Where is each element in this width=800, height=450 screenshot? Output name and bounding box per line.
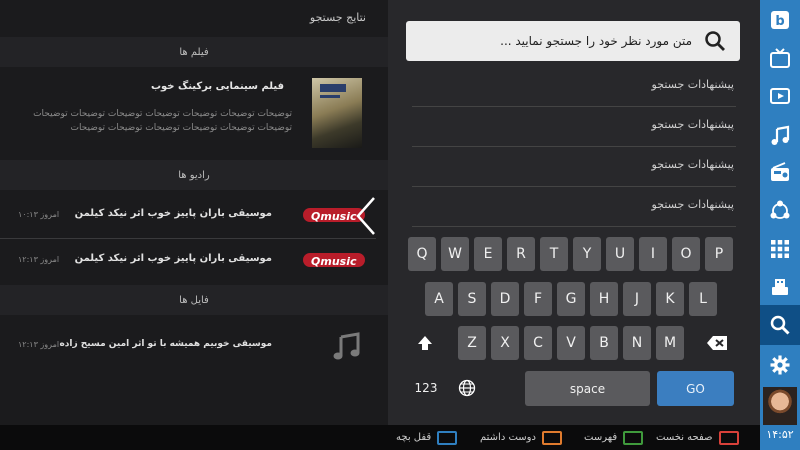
svg-text:Qmusic: Qmusic — [311, 255, 357, 268]
films-section-header: فیلم ها — [0, 37, 388, 67]
key[interactable]: Q — [408, 237, 436, 271]
radio-time: امروز ۱۰:۱۳ — [18, 210, 60, 219]
go-key[interactable]: GO — [657, 371, 734, 406]
legend-label: صفحه نخست — [656, 432, 713, 443]
search-nav-icon[interactable] — [760, 305, 800, 345]
numbers-key[interactable]: 123 — [408, 371, 444, 405]
film-title: فیلم سینمایی برکینگ خوب — [150, 81, 284, 92]
bottom-legend-bar: صفحه نخست فهرست دوست داشتم قفل بچه — [0, 425, 760, 450]
svg-text:Qmusic: Qmusic — [311, 210, 357, 223]
green-key-icon — [623, 430, 644, 445]
key[interactable]: L — [689, 282, 717, 316]
search-input[interactable]: متن مورد نظر خود را جستجو نمایید ... — [406, 21, 740, 61]
search-suggestion[interactable]: پیشنهادات جستجو — [412, 186, 736, 227]
key[interactable]: S — [458, 282, 486, 316]
space-key[interactable]: space — [525, 371, 650, 406]
bookmark-logo-icon[interactable]: b — [760, 0, 800, 40]
backspace-icon — [707, 336, 727, 350]
key[interactable]: D — [491, 282, 519, 316]
key[interactable]: N — [623, 326, 651, 360]
radio-title: موسیقی باران پاییز خوب اثر نیکد کیلمن — [74, 253, 272, 264]
legend-home: صفحه نخست — [656, 430, 739, 445]
language-key[interactable] — [454, 371, 480, 405]
results-title: نتایج جستجو — [309, 11, 366, 24]
legend-label: فهرست — [584, 432, 618, 443]
radio-title: موسیقی باران پاییز خوب اثر نیکد کیلمن — [74, 208, 272, 219]
user-avatar[interactable] — [763, 387, 797, 425]
key[interactable]: J — [623, 282, 651, 316]
key[interactable]: B — [590, 326, 618, 360]
settings-icon[interactable] — [760, 345, 800, 385]
search-results-panel: نتایج جستجو فیلم ها فیلم سینمایی برکینگ … — [0, 0, 388, 425]
film-description: توضیحات توضیحات توضیحات توضیحات توضیحات … — [33, 109, 292, 133]
key[interactable]: W — [441, 237, 469, 271]
key[interactable]: C — [524, 326, 552, 360]
search-icon — [705, 31, 725, 51]
file-time: امروز ۱۲:۱۳ — [18, 340, 60, 349]
key[interactable]: F — [524, 282, 552, 316]
music-note-icon — [333, 332, 360, 360]
key[interactable]: T — [540, 237, 568, 271]
search-panel: متن مورد نظر خود را جستجو نمایید ... پیش… — [388, 0, 760, 425]
svg-text:b: b — [775, 14, 784, 29]
key[interactable]: X — [491, 326, 519, 360]
files-section-header: فایل ها — [0, 285, 388, 315]
key[interactable]: R — [507, 237, 535, 271]
tv-icon[interactable] — [760, 38, 800, 78]
search-suggestion[interactable]: پیشنهادات جستجو — [412, 66, 736, 107]
key[interactable]: K — [656, 282, 684, 316]
apps-grid-icon[interactable] — [760, 229, 800, 269]
clock: ۱۴:۵۲ — [766, 428, 794, 441]
key[interactable]: I — [639, 237, 667, 271]
legend-label: قفل بچه — [396, 432, 432, 443]
blue-key-icon — [437, 430, 458, 445]
backspace-key[interactable] — [700, 326, 734, 360]
share-icon[interactable] — [760, 190, 800, 230]
key[interactable]: H — [590, 282, 618, 316]
orange-key-icon — [541, 430, 562, 445]
film-poster — [312, 78, 362, 148]
radios-section-header: رادیو ها — [0, 160, 388, 190]
key[interactable]: O — [672, 237, 700, 271]
key[interactable]: U — [606, 237, 634, 271]
key[interactable]: Y — [573, 237, 601, 271]
radio-icon[interactable] — [760, 152, 800, 192]
radio-time: امروز ۱۲:۱۳ — [18, 255, 60, 264]
legend-child-lock: قفل بچه — [396, 430, 458, 445]
legend-list: فهرست — [584, 430, 644, 445]
shift-arrow-icon — [418, 336, 432, 350]
search-suggestion[interactable]: پیشنهادات جستجو — [412, 106, 736, 147]
usb-icon[interactable] — [760, 267, 800, 307]
search-placeholder: متن مورد نظر خود را جستجو نمایید ... — [500, 34, 692, 48]
radio-result[interactable]: Qmusic موسیقی باران پاییز خوب اثر نیکد ک… — [0, 193, 376, 237]
qmusic-logo: Qmusic — [303, 253, 365, 268]
legend-label: دوست داشتم — [480, 432, 536, 443]
chevron-left-icon[interactable] — [352, 194, 380, 238]
key[interactable]: P — [705, 237, 733, 271]
legend-like: دوست داشتم — [480, 430, 562, 445]
key[interactable]: Z — [458, 326, 486, 360]
music-icon[interactable] — [760, 116, 800, 156]
key[interactable]: A — [425, 282, 453, 316]
red-key-icon — [718, 430, 739, 445]
search-suggestion[interactable]: پیشنهادات جستجو — [412, 146, 736, 187]
key[interactable]: V — [557, 326, 585, 360]
radio-result[interactable]: Qmusic موسیقی باران پاییز خوب اثر نیکد ک… — [0, 238, 376, 282]
key[interactable]: E — [474, 237, 502, 271]
video-play-icon[interactable] — [760, 76, 800, 116]
key[interactable]: M — [656, 326, 684, 360]
file-title: موسیقی خوبیم همیشه با تو اثر امین مسیح ز… — [59, 339, 272, 349]
sidebar: b — [760, 0, 800, 450]
globe-icon — [458, 379, 476, 397]
file-result[interactable]: موسیقی خوبیم همیشه با تو اثر امین مسیح ز… — [0, 323, 376, 367]
key[interactable]: G — [557, 282, 585, 316]
shift-key[interactable] — [408, 326, 442, 360]
